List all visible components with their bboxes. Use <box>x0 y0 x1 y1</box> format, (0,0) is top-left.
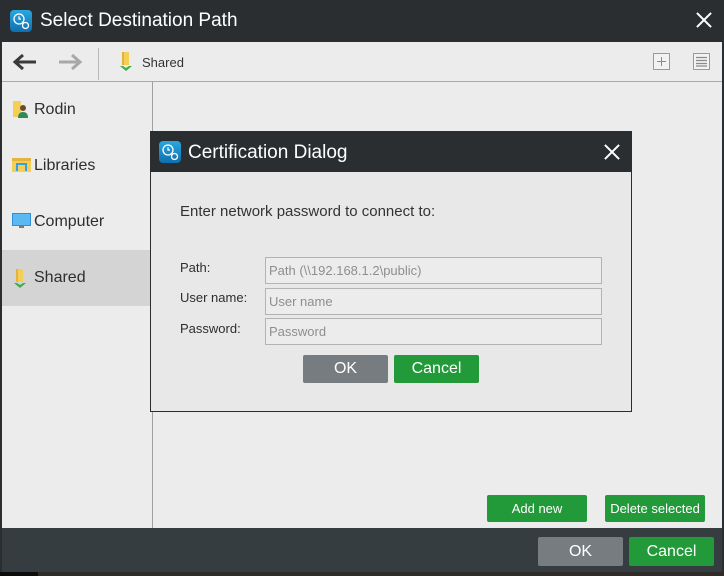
cancel-button[interactable]: Cancel <box>629 537 714 566</box>
new-folder-button[interactable] <box>653 53 670 70</box>
close-icon[interactable] <box>601 141 623 163</box>
close-icon[interactable] <box>693 9 715 31</box>
window-bottom-edge <box>0 572 724 576</box>
computer-icon <box>12 212 32 235</box>
sidebar: Rodin Libraries Computer Shared <box>2 82 153 528</box>
password-label: Password: <box>180 321 241 336</box>
sidebar-item-computer[interactable]: Computer <box>2 194 152 250</box>
window-title: Select Destination Path <box>40 10 238 31</box>
dialog-message: Enter network password to connect to: <box>180 203 436 220</box>
footer-bar: OK Cancel <box>2 528 722 576</box>
sidebar-item-rodin[interactable]: Rodin <box>2 82 152 138</box>
libraries-icon <box>12 156 32 179</box>
sidebar-item-label: Rodin <box>34 101 76 118</box>
view-toggle-button[interactable] <box>693 53 710 70</box>
sidebar-item-shared[interactable]: Shared <box>2 250 152 306</box>
plus-box-icon <box>657 57 666 66</box>
user-folder-icon <box>12 100 30 125</box>
ok-button[interactable]: OK <box>538 537 623 566</box>
sidebar-item-label: Libraries <box>34 157 96 174</box>
certification-dialog: Certification Dialog Enter network passw… <box>150 131 632 412</box>
sidebar-item-label: Shared <box>34 269 86 286</box>
app-gear-clock-icon <box>159 141 181 163</box>
list-view-icon <box>696 56 707 67</box>
shared-folder-icon <box>118 51 134 78</box>
dialog-title: Certification Dialog <box>188 142 348 163</box>
add-new-button[interactable]: Add new <box>487 495 587 522</box>
path-label: Path: <box>180 260 211 275</box>
sidebar-item-label: Computer <box>34 213 105 230</box>
arrow-right-icon <box>59 53 83 71</box>
sidebar-item-libraries[interactable]: Libraries <box>2 138 152 194</box>
username-input[interactable] <box>265 288 602 315</box>
title-bar: Select Destination Path <box>2 0 722 42</box>
forward-button[interactable] <box>56 50 84 74</box>
dialog-ok-button[interactable]: OK <box>303 355 388 383</box>
password-input[interactable] <box>265 318 602 345</box>
path-input[interactable] <box>265 257 602 284</box>
shared-folder-icon <box>12 268 28 295</box>
toolbar-divider <box>98 48 99 80</box>
dialog-cancel-button[interactable]: Cancel <box>394 355 479 383</box>
back-button[interactable] <box>11 50 39 74</box>
delete-selected-button[interactable]: Delete selected <box>605 495 705 522</box>
arrow-left-icon <box>12 53 36 71</box>
dialog-title-bar: Certification Dialog <box>151 132 631 172</box>
breadcrumb[interactable]: Shared <box>142 55 184 70</box>
toolbar: Shared <box>2 42 722 82</box>
app-gear-clock-icon <box>10 10 32 32</box>
username-label: User name: <box>180 290 248 305</box>
